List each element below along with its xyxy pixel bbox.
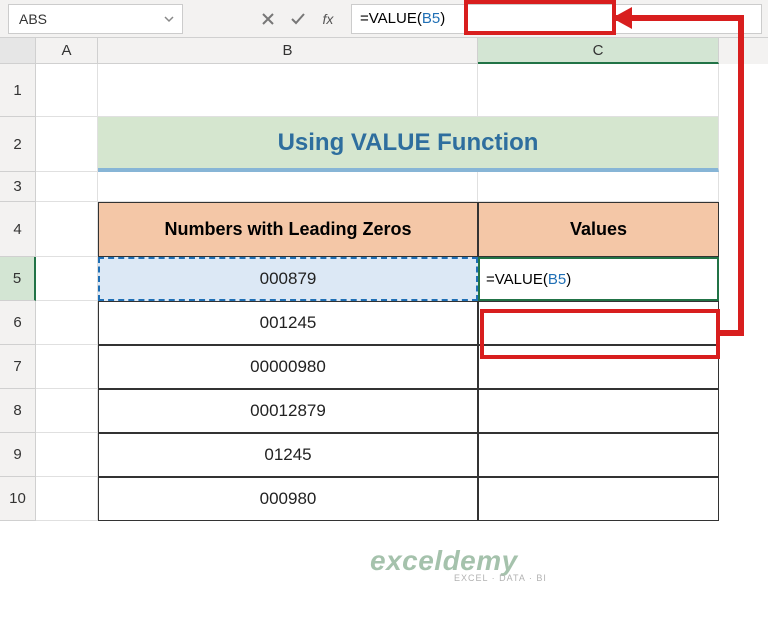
cell-A2[interactable] [36, 117, 98, 172]
annotation-arrow-head [612, 7, 632, 29]
header-C4[interactable]: Values [478, 202, 719, 257]
cell-A7[interactable] [36, 345, 98, 389]
col-header-B[interactable]: B [98, 38, 478, 64]
formula-prefix: =VALUE( [360, 10, 422, 27]
row-header-2[interactable]: 2 [0, 117, 36, 172]
cell-B10[interactable]: 000980 [98, 477, 478, 521]
cell-A10[interactable] [36, 477, 98, 521]
header-B4[interactable]: Numbers with Leading Zeros [98, 202, 478, 257]
annotation-arrow [616, 15, 744, 21]
cell-C1[interactable] [478, 64, 719, 117]
cell-A6[interactable] [36, 301, 98, 345]
row-header-9[interactable]: 9 [0, 433, 36, 477]
cell-B5[interactable]: 000879 [98, 257, 478, 301]
fx-icon[interactable]: fx [313, 4, 343, 34]
annotation-arrow [738, 15, 744, 333]
cell-C9[interactable] [478, 433, 719, 477]
row-header-4[interactable]: 4 [0, 202, 36, 257]
cell-B3[interactable] [98, 172, 478, 202]
row-headers: 1 2 3 4 5 6 7 8 9 10 [0, 64, 36, 521]
name-box-dropdown-icon[interactable] [162, 14, 176, 24]
confirm-icon[interactable] [283, 4, 313, 34]
column-headers: A B C [0, 38, 768, 64]
cell-A8[interactable] [36, 389, 98, 433]
title-cell[interactable]: Using VALUE Function [98, 117, 719, 172]
cell-C5[interactable]: =VALUE(B5) [478, 257, 719, 301]
cell-C10[interactable] [478, 477, 719, 521]
row-header-8[interactable]: 8 [0, 389, 36, 433]
cell-A1[interactable] [36, 64, 98, 117]
name-box-value: ABS [19, 11, 162, 27]
row-header-3[interactable]: 3 [0, 172, 36, 202]
cell-B8[interactable]: 00012879 [98, 389, 478, 433]
name-box[interactable]: ABS [8, 4, 183, 34]
col-header-C[interactable]: C [478, 38, 719, 64]
row-header-10[interactable]: 10 [0, 477, 36, 521]
cell-grid: Using VALUE Function Numbers with Leadin… [36, 64, 768, 521]
formula-ref: B5 [422, 10, 440, 27]
formula-suffix: ) [440, 10, 445, 27]
annotation-arrow [720, 330, 744, 336]
row-header-5[interactable]: 5 [0, 257, 36, 301]
row-header-6[interactable]: 6 [0, 301, 36, 345]
cell-A5[interactable] [36, 257, 98, 301]
cell-C6[interactable] [478, 301, 719, 345]
cell-C7[interactable] [478, 345, 719, 389]
cell-A3[interactable] [36, 172, 98, 202]
watermark: exceldemy EXCEL · DATA · BI [370, 545, 547, 583]
cell-B1[interactable] [98, 64, 478, 117]
cell-B7[interactable]: 00000980 [98, 345, 478, 389]
col-header-A[interactable]: A [36, 38, 98, 64]
cell-C8[interactable] [478, 389, 719, 433]
row-header-1[interactable]: 1 [0, 64, 36, 117]
cell-A4[interactable] [36, 202, 98, 257]
row-header-7[interactable]: 7 [0, 345, 36, 389]
cell-B6[interactable]: 001245 [98, 301, 478, 345]
cancel-icon[interactable] [253, 4, 283, 34]
cell-B9[interactable]: 01245 [98, 433, 478, 477]
select-all-corner[interactable] [0, 38, 36, 64]
cell-C3[interactable] [478, 172, 719, 202]
watermark-text: exceldemy [370, 545, 547, 577]
cell-A9[interactable] [36, 433, 98, 477]
watermark-subtext: EXCEL · DATA · BI [370, 573, 547, 583]
